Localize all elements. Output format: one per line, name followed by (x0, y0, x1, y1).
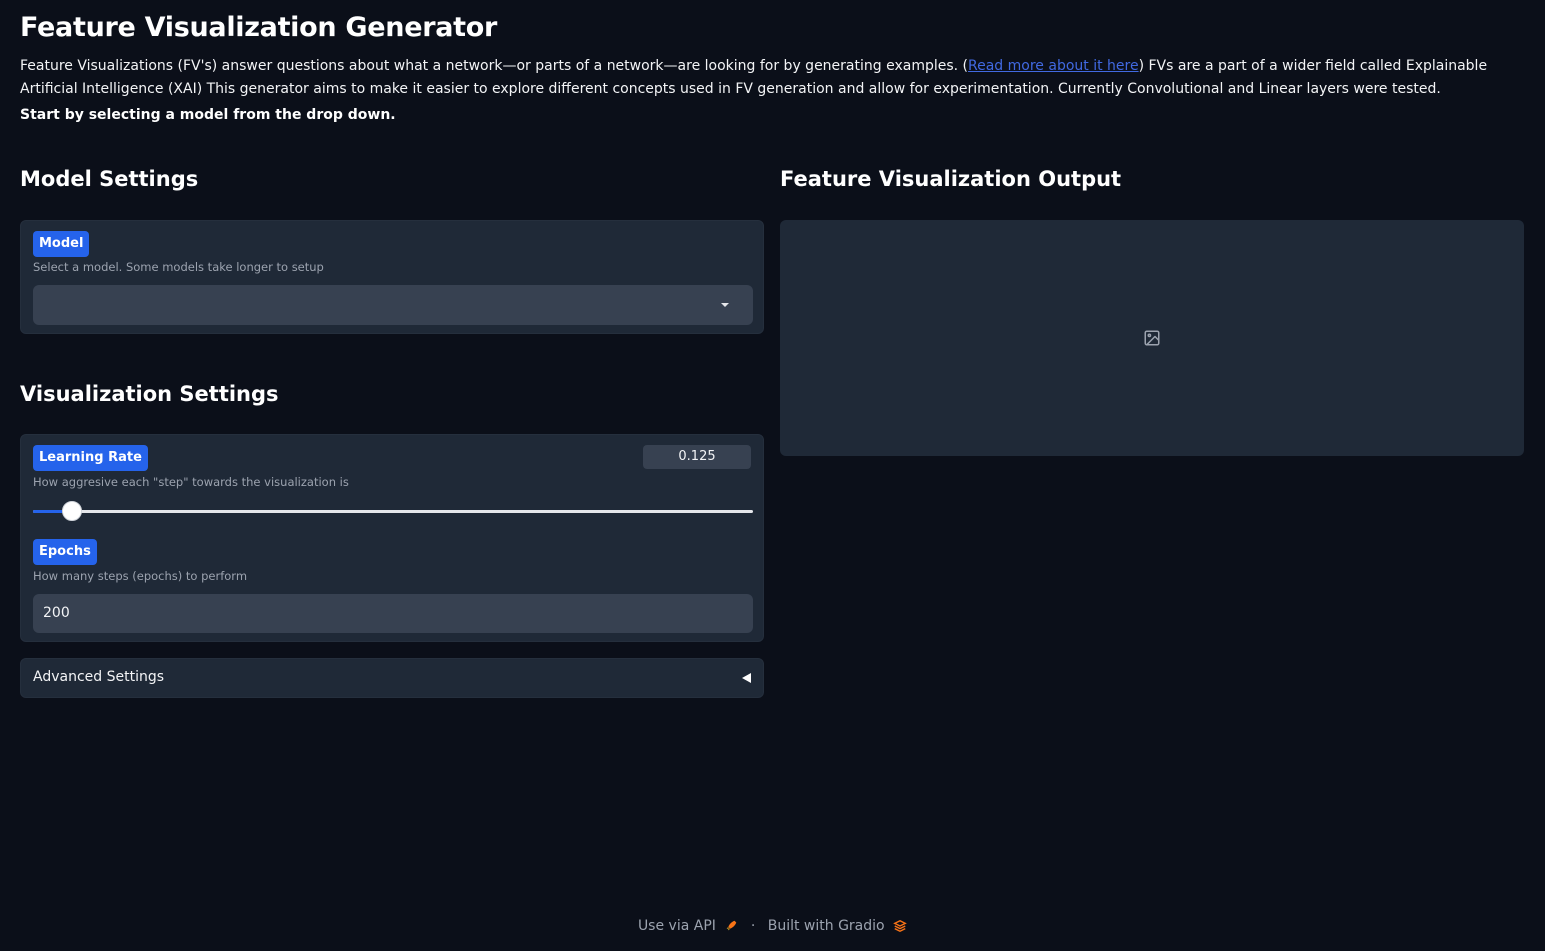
learning-rate-info: How aggresive each "step" towards the vi… (33, 475, 349, 489)
read-more-link[interactable]: Read more about it here (968, 58, 1139, 74)
learning-rate-number-input[interactable]: 0.125 (643, 445, 751, 469)
use-via-api-label: Use via API (637, 918, 716, 934)
output-heading: Feature Visualization Output (780, 167, 1122, 191)
visualization-settings-heading: Visualization Settings (20, 382, 279, 406)
intro-text-start: Feature Visualizations (FV's) answer que… (20, 58, 969, 74)
gradio-logo-icon (889, 918, 907, 934)
epochs-input[interactable]: 200 (33, 594, 753, 633)
intro-cta: Start by selecting a model from the drop… (20, 107, 396, 123)
learning-rate-label: Learning Rate (33, 445, 148, 471)
built-with-gradio-label: Built with Gradio (767, 918, 885, 934)
footer: Use via API · Built with Gradio (0, 918, 1545, 934)
model-settings-panel: Model Select a model. Some models take l… (20, 220, 764, 334)
model-settings-heading: Model Settings (20, 167, 199, 191)
output-image-panel (780, 220, 1524, 456)
epochs-info: How many steps (epochs) to perform (33, 569, 248, 583)
advanced-settings-label: Advanced Settings (33, 669, 165, 685)
advanced-settings-accordion[interactable]: Advanced Settings (20, 658, 764, 698)
model-label: Model (33, 231, 90, 257)
triangle-left-icon (742, 673, 751, 683)
use-via-api-link[interactable]: Use via API (638, 918, 743, 934)
app-root: Feature Visualization Generator Feature … (0, 0, 1545, 951)
built-with-gradio-link[interactable]: Built with Gradio (768, 918, 907, 934)
intro-paragraph: Feature Visualizations (FV's) answer que… (20, 55, 1520, 101)
caret-down-icon (721, 303, 729, 307)
model-info: Select a model. Some models take longer … (33, 260, 324, 274)
page-title: Feature Visualization Generator (20, 12, 498, 43)
footer-separator: · (750, 918, 756, 934)
image-icon (1143, 329, 1161, 351)
learning-rate-slider-thumb[interactable] (61, 501, 82, 521)
visualization-settings-panel: Learning Rate 0.125 How aggresive each "… (20, 434, 764, 642)
epochs-label: Epochs (33, 539, 97, 565)
model-dropdown[interactable] (33, 285, 753, 325)
learning-rate-slider[interactable] (33, 501, 753, 521)
rocket-icon (720, 918, 742, 934)
